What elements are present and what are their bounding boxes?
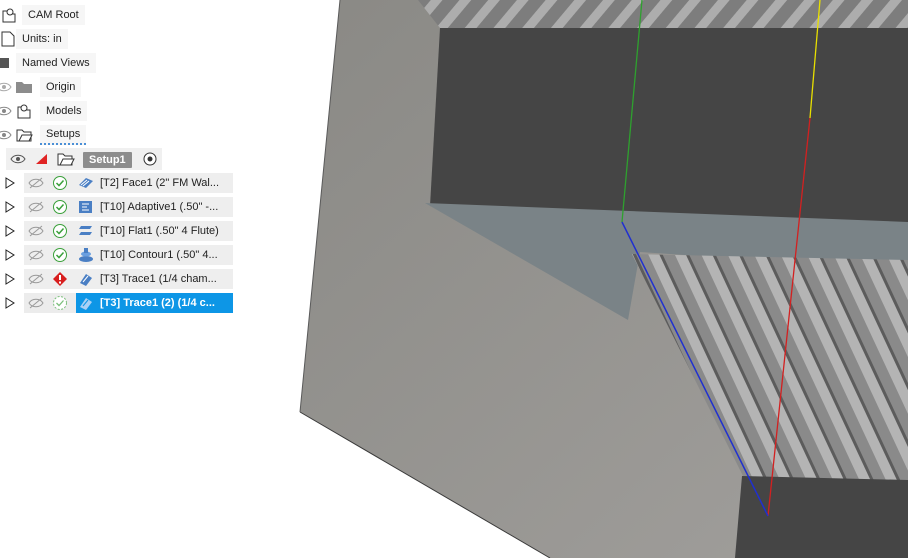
units-label: Units: in — [16, 29, 68, 49]
setups-folder-icon — [14, 125, 34, 145]
operation-row[interactable]: [T2] Face1 (2" FM Wal... — [0, 173, 234, 193]
operation-visibility-eye-icon[interactable] — [26, 293, 46, 313]
named-views-folder-icon — [0, 53, 14, 73]
setup-folder-icon — [56, 149, 76, 169]
setup-visibility-eye-icon[interactable] — [8, 149, 28, 169]
trace-op-icon — [76, 269, 96, 289]
operation-ok-check-icon — [50, 245, 70, 265]
models-component-icon — [14, 101, 34, 121]
operation-row[interactable]: [T3] Trace1 (1/4 cham... — [0, 269, 234, 289]
expand-triangle-icon[interactable] — [5, 273, 15, 285]
setups-label: Setups — [40, 125, 87, 145]
trace-op-icon — [76, 293, 96, 313]
stock-triangle-icon — [32, 149, 52, 169]
origin-visibility-eye-icon[interactable] — [0, 77, 14, 97]
operation-visibility-eye-icon[interactable] — [26, 269, 46, 289]
operation-label: [T10] Adaptive1 (.50" -... — [100, 201, 219, 213]
operation-label: [T10] Flat1 (.50" 4 Flute) — [100, 225, 219, 237]
operation-row[interactable]: [T10] Flat1 (.50" 4 Flute) — [0, 221, 234, 241]
operation-visibility-eye-icon[interactable] — [26, 197, 46, 217]
browser-root[interactable]: CAM Root — [22, 5, 85, 25]
browser-root-label: CAM Root — [22, 5, 85, 25]
operation-error-icon — [50, 269, 70, 289]
expand-triangle-icon[interactable] — [5, 297, 15, 309]
operation-label: [T2] Face1 (2" FM Wal... — [100, 177, 220, 189]
operation-row-selected[interactable]: [T3] Trace1 (2) (1/4 c... — [0, 293, 234, 313]
operation-ok-check-icon — [50, 173, 70, 193]
units-item[interactable]: Units: in — [16, 29, 68, 49]
operation-ok-check-icon — [50, 221, 70, 241]
operation-label: [T3] Trace1 (1/4 cham... — [100, 273, 217, 285]
setup-label: Setup1 — [83, 152, 132, 168]
models-item[interactable]: Models — [40, 101, 88, 121]
operation-label: [T3] Trace1 (2) (1/4 c... — [100, 297, 215, 309]
setup-item[interactable]: Setup1 — [83, 150, 132, 170]
adaptive-op-icon — [76, 197, 96, 217]
top-thread-band — [418, 0, 908, 28]
operation-label: [T10] Contour1 (.50" 4... — [100, 249, 218, 261]
browser-tree: CAM Root Units: in Named Views Origin Mo… — [0, 0, 240, 320]
face-op-icon — [76, 173, 96, 193]
operation-visibility-eye-icon[interactable] — [26, 245, 46, 265]
named-views-item[interactable]: Named Views — [16, 53, 96, 73]
origin-folder-icon — [14, 77, 34, 97]
expand-triangle-icon[interactable] — [5, 201, 15, 213]
setup-activate-radio-icon[interactable] — [140, 149, 160, 169]
contour-op-icon — [76, 245, 96, 265]
operation-ok-check-icon — [50, 197, 70, 217]
expand-triangle-icon[interactable] — [5, 249, 15, 261]
operation-visibility-eye-icon[interactable] — [26, 173, 46, 193]
setups-item[interactable]: Setups — [40, 125, 87, 145]
models-label: Models — [40, 101, 88, 121]
flat-op-icon — [76, 221, 96, 241]
operation-pending-check-icon — [50, 293, 70, 313]
origin-item[interactable]: Origin — [40, 77, 82, 97]
setups-visibility-eye-icon[interactable] — [0, 125, 14, 145]
named-views-label: Named Views — [16, 53, 96, 73]
origin-label: Origin — [40, 77, 82, 97]
expand-triangle-icon[interactable] — [5, 225, 15, 237]
operation-row[interactable]: [T10] Contour1 (.50" 4... — [0, 245, 234, 265]
cam-root-icon — [0, 5, 20, 25]
models-visibility-eye-icon[interactable] — [0, 101, 14, 121]
expand-triangle-icon[interactable] — [5, 177, 15, 189]
operation-row[interactable]: [T10] Adaptive1 (.50" -... — [0, 197, 234, 217]
operation-visibility-eye-icon[interactable] — [26, 221, 46, 241]
lower-bore-face — [735, 476, 908, 558]
